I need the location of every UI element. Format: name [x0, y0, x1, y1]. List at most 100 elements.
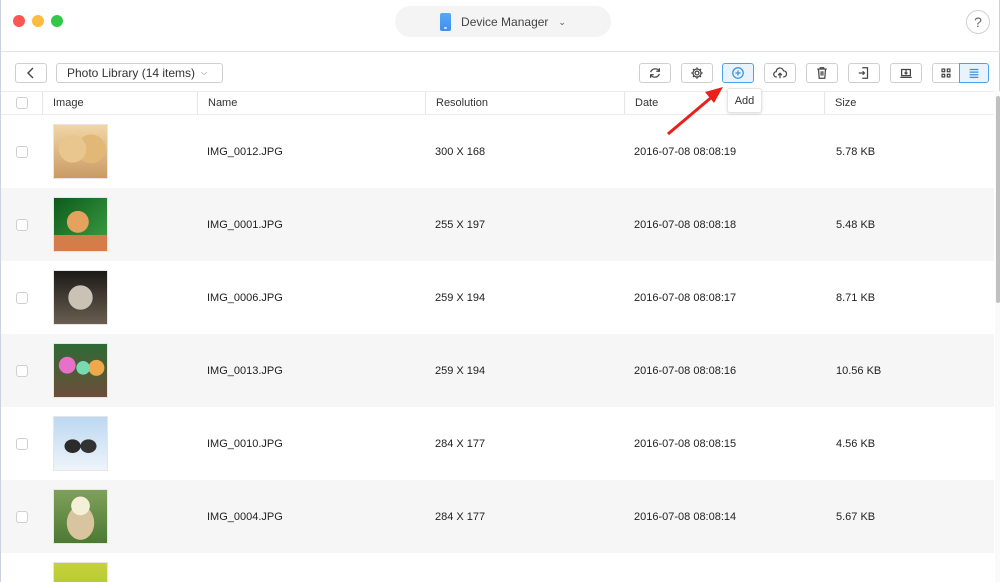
table-row[interactable]: IMG_0006.JPG 259 X 194 2016-07-08 08:08:…: [1, 261, 994, 334]
column-header-size[interactable]: Size: [824, 92, 994, 114]
export-button[interactable]: [848, 63, 880, 83]
laptop-download-icon: [900, 68, 912, 78]
row-checkbox-cell: [16, 261, 28, 334]
phone-icon: [440, 12, 452, 31]
row-checkbox[interactable]: [16, 218, 28, 231]
device-title: Device Manager: [461, 14, 549, 29]
row-checkbox-cell: [16, 407, 28, 480]
thumbnail-cell: [53, 188, 108, 261]
chevron-down-icon: ⌄: [558, 17, 566, 27]
thumbnail-cell: [53, 261, 108, 334]
row-checkbox[interactable]: [16, 437, 28, 450]
photo-thumbnail[interactable]: [53, 197, 108, 252]
refresh-icon: [650, 68, 660, 78]
photo-thumbnail[interactable]: [53, 343, 108, 398]
title-bar: Device Manager ⌄ ?: [1, 0, 1000, 52]
thumbnail-cell: [53, 553, 108, 582]
column-header-date[interactable]: Date: [624, 92, 824, 114]
date: 2016-07-08 08:08:15: [634, 437, 737, 450]
delete-button[interactable]: [806, 63, 838, 83]
library-dropdown[interactable]: Photo Library (14 items) ⌵: [56, 63, 223, 83]
file-size: 8.71 KB: [836, 291, 876, 304]
grid-icon: [941, 68, 951, 78]
photo-thumbnail[interactable]: [53, 489, 108, 544]
row-checkbox-cell: [16, 480, 28, 553]
table-row[interactable]: IMG_0013.JPG 259 X 194 2016-07-08 08:08:…: [1, 334, 994, 407]
to-computer-button[interactable]: [890, 63, 922, 83]
cloud-upload-icon: [773, 67, 787, 79]
date: 2016-07-08 08:08:19: [634, 145, 737, 158]
row-checkbox[interactable]: [16, 510, 28, 523]
select-all-cell: [1, 92, 42, 114]
back-button[interactable]: [15, 63, 47, 83]
row-checkbox-cell: [16, 334, 28, 407]
select-all-checkbox[interactable]: [16, 97, 28, 109]
file-name: IMG_0010.JPG: [207, 437, 283, 450]
settings-button[interactable]: [681, 63, 713, 83]
date: 2016-07-08 08:08:18: [634, 218, 737, 231]
help-button[interactable]: ?: [966, 10, 990, 34]
thumbnail-cell: [53, 480, 108, 553]
table-header: Image Name Resolution Date Size: [1, 91, 994, 115]
row-checkbox-cell: [16, 553, 28, 582]
row-checkbox-cell: [16, 188, 28, 261]
add-tooltip: Add: [727, 88, 762, 113]
scrollbar-thumb[interactable]: [996, 96, 1000, 303]
chevron-left-icon: [27, 67, 34, 79]
file-name: IMG_0012.JPG: [207, 145, 283, 158]
upload-to-cloud-button[interactable]: [764, 63, 796, 83]
table-row[interactable]: [1, 553, 994, 582]
file-size: 5.78 KB: [836, 145, 876, 158]
row-checkbox[interactable]: [16, 291, 28, 304]
table-row[interactable]: IMG_0012.JPG 300 X 168 2016-07-08 08:08:…: [1, 115, 994, 188]
file-size: 10.56 KB: [836, 364, 882, 377]
photo-thumbnail[interactable]: [53, 124, 108, 179]
date: 2016-07-08 08:08:14: [634, 510, 737, 523]
row-checkbox-cell: [16, 115, 28, 188]
library-select-label: Photo Library (14 items): [67, 66, 196, 80]
table-row[interactable]: IMG_0001.JPG 255 X 197 2016-07-08 08:08:…: [1, 188, 994, 261]
device-selector[interactable]: Device Manager ⌄: [395, 6, 611, 37]
resolution: 259 X 194: [435, 291, 486, 304]
resolution: 259 X 194: [435, 364, 486, 377]
file-name: IMG_0004.JPG: [207, 510, 283, 523]
file-size: 4.56 KB: [836, 437, 876, 450]
vertical-scrollbar[interactable]: [995, 91, 1000, 582]
list-icon: [969, 68, 979, 78]
app-window: Device Manager ⌄ ? Photo Library (14 ite…: [0, 0, 1000, 582]
list-view-button[interactable]: [959, 63, 989, 83]
trash-icon: [817, 67, 827, 79]
resolution: 255 X 197: [435, 218, 486, 231]
minimize-window-button[interactable]: [32, 15, 44, 27]
file-name: IMG_0013.JPG: [207, 364, 283, 377]
export-icon: [858, 67, 869, 79]
chevron-down-icon: ⌵: [201, 68, 208, 77]
column-header-resolution[interactable]: Resolution: [425, 92, 624, 114]
date: 2016-07-08 08:08:17: [634, 291, 737, 304]
file-size: 5.67 KB: [836, 510, 876, 523]
add-button[interactable]: [722, 63, 754, 83]
thumbnail-cell: [53, 334, 108, 407]
row-checkbox[interactable]: [16, 364, 28, 377]
zoom-window-button[interactable]: [51, 15, 63, 27]
file-name: IMG_0001.JPG: [207, 218, 283, 231]
date: 2016-07-08 08:08:16: [634, 364, 737, 377]
photo-table: IMG_0012.JPG 300 X 168 2016-07-08 08:08:…: [1, 115, 994, 582]
resolution: 284 X 177: [435, 510, 486, 523]
close-window-button[interactable]: [13, 15, 25, 27]
thumbnail-cell: [53, 115, 108, 188]
photo-thumbnail[interactable]: [53, 416, 108, 471]
photo-thumbnail[interactable]: [53, 270, 108, 325]
gear-icon: [691, 67, 703, 79]
column-header-name[interactable]: Name: [197, 92, 425, 114]
photo-thumbnail[interactable]: [53, 562, 108, 582]
table-row[interactable]: IMG_0010.JPG 284 X 177 2016-07-08 08:08:…: [1, 407, 994, 480]
column-header-image[interactable]: Image: [42, 92, 197, 114]
file-name: IMG_0006.JPG: [207, 291, 283, 304]
toolbar: Photo Library (14 items) ⌵: [1, 53, 1000, 91]
grid-view-button[interactable]: [932, 63, 960, 83]
row-checkbox[interactable]: [16, 145, 28, 158]
file-size: 5.48 KB: [836, 218, 876, 231]
table-row[interactable]: IMG_0004.JPG 284 X 177 2016-07-08 08:08:…: [1, 480, 994, 553]
refresh-button[interactable]: [639, 63, 671, 83]
